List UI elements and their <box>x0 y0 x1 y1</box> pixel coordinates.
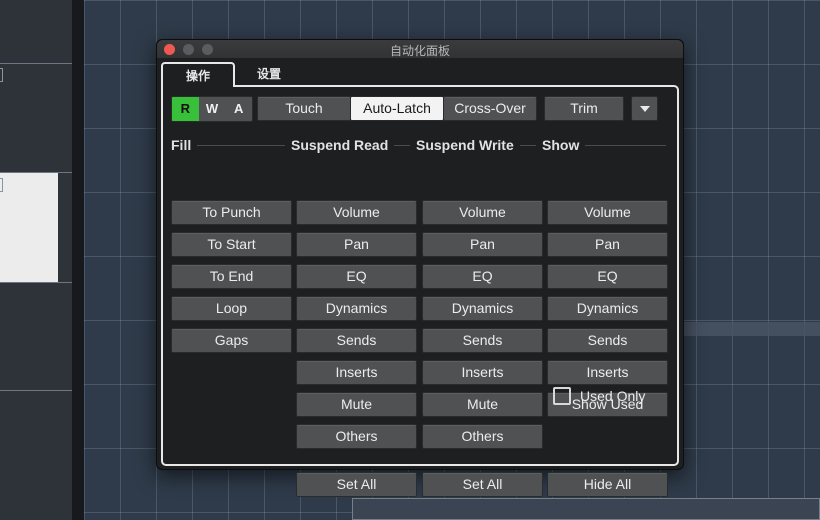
chevron-down-icon <box>640 106 650 112</box>
track-separator <box>0 172 72 173</box>
track-separator <box>0 282 72 283</box>
suspend-read-inserts-button[interactable]: Inserts <box>296 360 417 385</box>
all-toggle-button[interactable]: A <box>225 97 252 121</box>
arrange-region[interactable] <box>352 498 820 520</box>
fill-to-end-button[interactable]: To End <box>171 264 292 289</box>
suspend-read-mute-button[interactable]: Mute <box>296 392 417 417</box>
automation-panel-window: 自动化面板 操作 设置 R W A Touch Auto-Latch Cross… <box>156 39 684 497</box>
suspend-write-inserts-button[interactable]: Inserts <box>422 360 543 385</box>
suspend-write-eq-button[interactable]: EQ <box>422 264 543 289</box>
mode-auto-latch-button[interactable]: Auto-Latch <box>350 96 444 121</box>
show-header: Show <box>536 137 586 153</box>
track-handle[interactable] <box>0 178 3 192</box>
suspend-read-dynamics-button[interactable]: Dynamics <box>296 296 417 321</box>
title-bar[interactable]: 自动化面板 <box>157 40 683 58</box>
show-dynamics-button[interactable]: Dynamics <box>547 296 668 321</box>
suspend-write-others-button[interactable]: Others <box>422 424 543 449</box>
suspend-read-pan-button[interactable]: Pan <box>296 232 417 257</box>
window-title: 自动化面板 <box>389 44 450 58</box>
read-toggle-button[interactable]: R <box>172 97 199 121</box>
fill-header: Fill <box>171 137 198 153</box>
track-separator <box>0 63 72 64</box>
rwa-toggle-group: R W A <box>171 96 253 122</box>
suspend-write-header: Suspend Write <box>410 137 520 153</box>
selected-track-header <box>0 172 58 282</box>
mode-trim-button[interactable]: Trim <box>544 96 624 121</box>
suspend-write-pan-button[interactable]: Pan <box>422 232 543 257</box>
track-separator <box>0 390 72 391</box>
used-only-label: Used Only <box>580 388 646 404</box>
suspend-write-mute-button[interactable]: Mute <box>422 392 543 417</box>
write-toggle-button[interactable]: W <box>199 97 226 121</box>
track-handle[interactable] <box>0 68 3 82</box>
suspend-read-header: Suspend Read <box>285 137 395 153</box>
show-hide-all-button[interactable]: Hide All <box>547 472 668 497</box>
suspend-read-volume-button[interactable]: Volume <box>296 200 417 225</box>
suspend-read-sends-button[interactable]: Sends <box>296 328 417 353</box>
mode-touch-button[interactable]: Touch <box>257 96 351 121</box>
suspend-write-set-all-button[interactable]: Set All <box>422 472 543 497</box>
show-sends-button[interactable]: Sends <box>547 328 668 353</box>
fill-gaps-button[interactable]: Gaps <box>171 328 292 353</box>
fill-to-start-button[interactable]: To Start <box>171 232 292 257</box>
mode-dropdown-button[interactable] <box>631 96 658 121</box>
suspend-write-volume-button[interactable]: Volume <box>422 200 543 225</box>
suspend-read-others-button[interactable]: Others <box>296 424 417 449</box>
used-only-checkbox[interactable] <box>553 387 571 405</box>
arrange-region[interactable] <box>684 322 820 336</box>
show-volume-button[interactable]: Volume <box>547 200 668 225</box>
mode-cross-over-button[interactable]: Cross-Over <box>443 96 537 121</box>
suspend-write-sends-button[interactable]: Sends <box>422 328 543 353</box>
automation-panel: R W A Touch Auto-Latch Cross-Over Trim F… <box>161 85 679 497</box>
tab-operate[interactable]: 操作 <box>161 62 235 87</box>
suspend-write-dynamics-button[interactable]: Dynamics <box>422 296 543 321</box>
suspend-read-eq-button[interactable]: EQ <box>296 264 417 289</box>
track-divider <box>72 0 84 520</box>
fill-loop-button[interactable]: Loop <box>171 296 292 321</box>
show-pan-button[interactable]: Pan <box>547 232 668 257</box>
fill-to-punch-button[interactable]: To Punch <box>171 200 292 225</box>
show-inserts-button[interactable]: Inserts <box>547 360 668 385</box>
show-eq-button[interactable]: EQ <box>547 264 668 289</box>
suspend-read-set-all-button[interactable]: Set All <box>296 472 417 497</box>
